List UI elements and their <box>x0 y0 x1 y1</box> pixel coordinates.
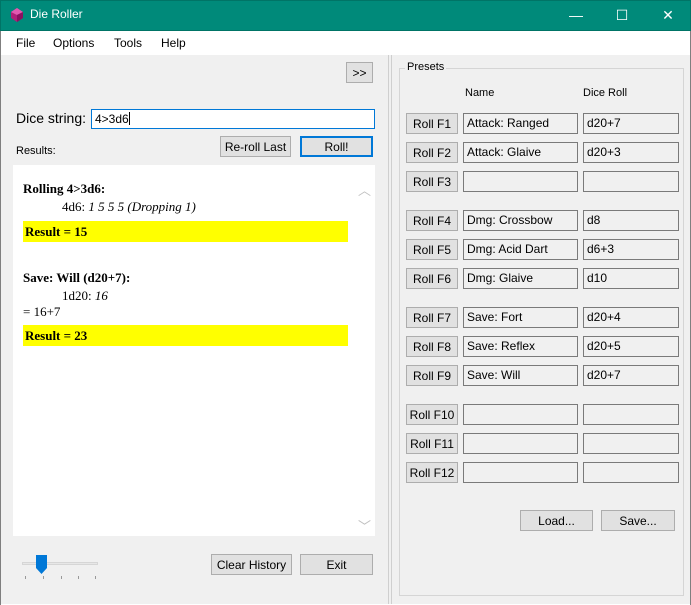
preset-roll-button[interactable]: Roll F12 <box>406 462 458 483</box>
preset-dice-roll-field[interactable] <box>583 433 679 454</box>
exit-button[interactable]: Exit <box>300 554 373 575</box>
menu-file[interactable]: File <box>16 36 35 50</box>
name-column-header: Name <box>465 87 495 99</box>
roll-detail: 4d6: 1 5 5 5 (Dropping 1) <box>62 199 196 215</box>
slider-tick <box>61 576 62 579</box>
preset-roll-button[interactable]: Roll F5 <box>406 239 458 260</box>
dice-roll-column-header: Dice Roll <box>583 87 628 99</box>
preset-dice-roll-field[interactable] <box>583 462 679 483</box>
reroll-last-button[interactable]: Re-roll Last <box>220 136 291 157</box>
roll-sum: = 16+7 <box>23 304 61 319</box>
slider-tick <box>78 576 79 579</box>
preset-dice-roll-field[interactable] <box>583 171 679 192</box>
close-button[interactable]: ✕ <box>645 0 691 30</box>
dice-string-label: Dice string: <box>16 110 87 126</box>
preset-name-field[interactable]: Save: Fort <box>463 307 578 328</box>
preset-roll-button[interactable]: Roll F4 <box>406 210 458 231</box>
slider-tick <box>25 576 26 579</box>
preset-dice-roll-field[interactable]: d20+3 <box>583 142 679 163</box>
preset-dice-roll-field[interactable]: d6+3 <box>583 239 679 260</box>
roll-heading: Rolling 4>3d6: <box>23 181 106 196</box>
preset-name-field[interactable]: Save: Reflex <box>463 336 578 357</box>
preset-dice-roll-field[interactable]: d10 <box>583 268 679 289</box>
preset-roll-button[interactable]: Roll F2 <box>406 142 458 163</box>
load-button[interactable]: Load... <box>520 510 593 531</box>
roll-button[interactable]: Roll! <box>300 136 373 157</box>
preset-name-field[interactable]: Dmg: Crossbow <box>463 210 578 231</box>
presets-title: Presets <box>405 61 447 73</box>
preset-name-field[interactable]: Attack: Ranged <box>463 113 578 134</box>
die-app-icon <box>11 8 23 22</box>
preset-roll-button[interactable]: Roll F1 <box>406 113 458 134</box>
preset-dice-roll-field[interactable]: d20+5 <box>583 336 679 357</box>
preset-name-field[interactable] <box>463 404 578 425</box>
dice-notation: 4d6: <box>62 199 86 214</box>
results-label: Results: <box>16 145 56 157</box>
preset-name-field[interactable]: Attack: Glaive <box>463 142 578 163</box>
preset-roll-button[interactable]: Roll F3 <box>406 171 458 192</box>
scroll-down-icon[interactable]: ﹀ <box>358 516 371 535</box>
menu-help[interactable]: Help <box>161 36 186 50</box>
slider-tick <box>43 576 44 579</box>
history-slider-track[interactable] <box>22 562 98 565</box>
preset-name-field[interactable] <box>463 171 578 192</box>
roll-values: 1 5 5 5 (Dropping 1) <box>88 199 196 214</box>
preset-roll-button[interactable]: Roll F10 <box>406 404 458 425</box>
result-total: Result = 15 <box>23 221 348 242</box>
preset-roll-button[interactable]: Roll F7 <box>406 307 458 328</box>
dice-string-value: 4>3d6 <box>95 112 129 126</box>
expand-button[interactable]: >> <box>346 62 373 83</box>
preset-name-field[interactable] <box>463 433 578 454</box>
window-title: Die Roller <box>30 7 83 21</box>
preset-roll-button[interactable]: Roll F8 <box>406 336 458 357</box>
menu-tools[interactable]: Tools <box>114 36 142 50</box>
result-total: Result = 23 <box>23 325 348 346</box>
roll-detail: 1d20: 16 <box>62 288 108 304</box>
preset-roll-button[interactable]: Roll F11 <box>406 433 458 454</box>
preset-dice-roll-field[interactable] <box>583 404 679 425</box>
history-slider-thumb[interactable] <box>36 555 47 574</box>
slider-tick <box>95 576 96 579</box>
preset-dice-roll-field[interactable]: d8 <box>583 210 679 231</box>
preset-name-field[interactable]: Dmg: Glaive <box>463 268 578 289</box>
roll-heading: Save: Will (d20+7): <box>23 270 131 285</box>
preset-roll-button[interactable]: Roll F6 <box>406 268 458 289</box>
maximize-button[interactable]: ☐ <box>599 0 645 30</box>
preset-name-field[interactable]: Save: Will <box>463 365 578 386</box>
save-button[interactable]: Save... <box>601 510 675 531</box>
menu-options[interactable]: Options <box>53 36 94 50</box>
menu-bar <box>0 31 691 55</box>
preset-name-field[interactable] <box>463 462 578 483</box>
text-caret <box>128 112 130 125</box>
preset-roll-button[interactable]: Roll F9 <box>406 365 458 386</box>
dice-string-input[interactable]: 4>3d6 <box>91 109 375 129</box>
preset-dice-roll-field[interactable]: d20+4 <box>583 307 679 328</box>
roll-values: 16 <box>94 288 108 303</box>
preset-dice-roll-field[interactable]: d20+7 <box>583 113 679 134</box>
scroll-up-icon[interactable]: ︿ <box>358 180 371 199</box>
preset-dice-roll-field[interactable]: d20+7 <box>583 365 679 386</box>
preset-name-field[interactable]: Dmg: Acid Dart <box>463 239 578 260</box>
minimize-button[interactable]: — <box>553 0 599 30</box>
clear-history-button[interactable]: Clear History <box>211 554 292 575</box>
dice-notation: 1d20: <box>62 288 92 303</box>
